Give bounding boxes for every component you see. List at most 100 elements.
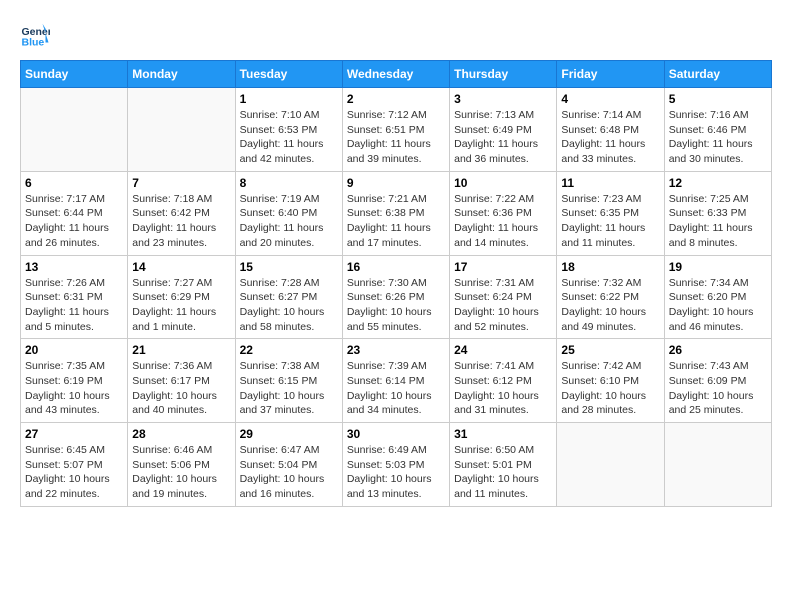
calendar-cell: 27 Sunrise: 6:45 AMSunset: 5:07 PMDayligh… [21, 423, 128, 507]
day-info: Sunrise: 7:18 AMSunset: 6:42 PMDaylight:… [132, 192, 230, 251]
calendar-cell: 15 Sunrise: 7:28 AMSunset: 6:27 PMDayligh… [235, 255, 342, 339]
calendar-cell: 23 Sunrise: 7:39 AMSunset: 6:14 PMDayligh… [342, 339, 449, 423]
day-info: Sunrise: 7:30 AMSunset: 6:26 PMDaylight:… [347, 276, 445, 335]
day-info: Sunrise: 7:31 AMSunset: 6:24 PMDaylight:… [454, 276, 552, 335]
calendar-cell: 8 Sunrise: 7:19 AMSunset: 6:40 PMDaylight… [235, 171, 342, 255]
calendar-week-row: 13Sunrise: 7:26 AMSunset: 6:31 PMDayligh… [21, 255, 772, 339]
day-info: Sunrise: 7:28 AMSunset: 6:27 PMDaylight:… [240, 276, 338, 335]
calendar-cell: 28 Sunrise: 6:46 AMSunset: 5:06 PMDayligh… [128, 423, 235, 507]
weekday-header-monday: Monday [128, 61, 235, 88]
day-info: Sunrise: 7:16 AMSunset: 6:46 PMDaylight:… [669, 108, 767, 167]
day-info: Sunrise: 7:41 AMSunset: 6:12 PMDaylight:… [454, 359, 552, 418]
day-number: 27 [25, 427, 123, 441]
day-info: Sunrise: 7:22 AMSunset: 6:36 PMDaylight:… [454, 192, 552, 251]
calendar-cell: 19Sunrise: 7:34 AMSunset: 6:20 PMDayligh… [664, 255, 771, 339]
day-number: 21 [132, 343, 230, 357]
day-number: 8 [240, 176, 338, 190]
day-number: 10 [454, 176, 552, 190]
calendar-cell: 6Sunrise: 7:17 AMSunset: 6:44 PMDaylight… [21, 171, 128, 255]
day-info: Sunrise: 6:49 AMSunset: 5:03 PMDaylight:… [347, 443, 445, 502]
weekday-header-wednesday: Wednesday [342, 61, 449, 88]
day-number: 17 [454, 260, 552, 274]
calendar-cell: 3Sunrise: 7:13 AMSunset: 6:49 PMDaylight… [450, 88, 557, 172]
calendar-cell: 7 Sunrise: 7:18 AMSunset: 6:42 PMDaylight… [128, 171, 235, 255]
day-number: 11 [561, 176, 659, 190]
day-info: Sunrise: 7:35 AMSunset: 6:19 PMDaylight:… [25, 359, 123, 418]
day-number: 6 [25, 176, 123, 190]
calendar-cell [128, 88, 235, 172]
calendar-cell: 12 Sunrise: 7:25 AMSunset: 6:33 PMDayligh… [664, 171, 771, 255]
day-info: Sunrise: 7:21 AMSunset: 6:38 PMDaylight:… [347, 192, 445, 251]
day-info: Sunrise: 6:45 AMSunset: 5:07 PMDaylight:… [25, 443, 123, 502]
day-info: Sunrise: 7:42 AMSunset: 6:10 PMDaylight:… [561, 359, 659, 418]
calendar-cell: 20 Sunrise: 7:35 AMSunset: 6:19 PMDayligh… [21, 339, 128, 423]
calendar-cell [664, 423, 771, 507]
day-info: Sunrise: 7:19 AMSunset: 6:40 PMDaylight:… [240, 192, 338, 251]
day-info: Sunrise: 7:36 AMSunset: 6:17 PMDaylight:… [132, 359, 230, 418]
day-info: Sunrise: 7:10 AMSunset: 6:53 PMDaylight:… [240, 108, 338, 167]
weekday-header-thursday: Thursday [450, 61, 557, 88]
weekday-header-friday: Friday [557, 61, 664, 88]
weekday-header-tuesday: Tuesday [235, 61, 342, 88]
calendar-cell [21, 88, 128, 172]
calendar-cell: 24Sunrise: 7:41 AMSunset: 6:12 PMDayligh… [450, 339, 557, 423]
day-number: 28 [132, 427, 230, 441]
day-info: Sunrise: 6:46 AMSunset: 5:06 PMDaylight:… [132, 443, 230, 502]
calendar-week-row: 20 Sunrise: 7:35 AMSunset: 6:19 PMDayligh… [21, 339, 772, 423]
day-number: 22 [240, 343, 338, 357]
calendar-cell: 4Sunrise: 7:14 AMSunset: 6:48 PMDaylight… [557, 88, 664, 172]
logo: General Blue [20, 20, 54, 50]
day-number: 26 [669, 343, 767, 357]
day-number: 2 [347, 92, 445, 106]
svg-text:Blue: Blue [22, 37, 45, 49]
calendar-week-row: 27 Sunrise: 6:45 AMSunset: 5:07 PMDayligh… [21, 423, 772, 507]
day-info: Sunrise: 7:27 AMSunset: 6:29 PMDaylight:… [132, 276, 230, 335]
calendar-cell: 5 Sunrise: 7:16 AMSunset: 6:46 PMDaylight… [664, 88, 771, 172]
calendar-cell: 9Sunrise: 7:21 AMSunset: 6:38 PMDaylight… [342, 171, 449, 255]
calendar-cell [557, 423, 664, 507]
calendar-cell: 30 Sunrise: 6:49 AMSunset: 5:03 PMDayligh… [342, 423, 449, 507]
day-number: 23 [347, 343, 445, 357]
calendar-cell: 26 Sunrise: 7:43 AMSunset: 6:09 PMDayligh… [664, 339, 771, 423]
day-info: Sunrise: 7:43 AMSunset: 6:09 PMDaylight:… [669, 359, 767, 418]
day-number: 30 [347, 427, 445, 441]
calendar-cell: 1 Sunrise: 7:10 AMSunset: 6:53 PMDaylight… [235, 88, 342, 172]
day-number: 25 [561, 343, 659, 357]
calendar-cell: 31Sunrise: 6:50 AMSunset: 5:01 PMDayligh… [450, 423, 557, 507]
day-number: 18 [561, 260, 659, 274]
day-info: Sunrise: 7:23 AMSunset: 6:35 PMDaylight:… [561, 192, 659, 251]
day-number: 19 [669, 260, 767, 274]
day-number: 3 [454, 92, 552, 106]
day-number: 14 [132, 260, 230, 274]
day-number: 1 [240, 92, 338, 106]
day-number: 7 [132, 176, 230, 190]
calendar-cell: 21 Sunrise: 7:36 AMSunset: 6:17 PMDayligh… [128, 339, 235, 423]
page-header: General Blue [20, 20, 772, 50]
calendar-cell: 2 Sunrise: 7:12 AMSunset: 6:51 PMDaylight… [342, 88, 449, 172]
day-number: 5 [669, 92, 767, 106]
day-info: Sunrise: 6:50 AMSunset: 5:01 PMDaylight:… [454, 443, 552, 502]
day-info: Sunrise: 6:47 AMSunset: 5:04 PMDaylight:… [240, 443, 338, 502]
day-number: 16 [347, 260, 445, 274]
calendar-cell: 29Sunrise: 6:47 AMSunset: 5:04 PMDayligh… [235, 423, 342, 507]
day-info: Sunrise: 7:14 AMSunset: 6:48 PMDaylight:… [561, 108, 659, 167]
calendar-week-row: 6Sunrise: 7:17 AMSunset: 6:44 PMDaylight… [21, 171, 772, 255]
day-number: 20 [25, 343, 123, 357]
day-info: Sunrise: 7:25 AMSunset: 6:33 PMDaylight:… [669, 192, 767, 251]
day-number: 12 [669, 176, 767, 190]
calendar-cell: 16 Sunrise: 7:30 AMSunset: 6:26 PMDayligh… [342, 255, 449, 339]
logo-icon: General Blue [20, 20, 50, 50]
day-info: Sunrise: 7:12 AMSunset: 6:51 PMDaylight:… [347, 108, 445, 167]
day-number: 13 [25, 260, 123, 274]
calendar-week-row: 1 Sunrise: 7:10 AMSunset: 6:53 PMDaylight… [21, 88, 772, 172]
weekday-header-saturday: Saturday [664, 61, 771, 88]
calendar-cell: 25 Sunrise: 7:42 AMSunset: 6:10 PMDayligh… [557, 339, 664, 423]
calendar-cell: 14 Sunrise: 7:27 AMSunset: 6:29 PMDayligh… [128, 255, 235, 339]
calendar-cell: 17 Sunrise: 7:31 AMSunset: 6:24 PMDayligh… [450, 255, 557, 339]
day-info: Sunrise: 7:39 AMSunset: 6:14 PMDaylight:… [347, 359, 445, 418]
calendar-table: SundayMondayTuesdayWednesdayThursdayFrid… [20, 60, 772, 507]
calendar-cell: 22Sunrise: 7:38 AMSunset: 6:15 PMDayligh… [235, 339, 342, 423]
calendar-cell: 11 Sunrise: 7:23 AMSunset: 6:35 PMDayligh… [557, 171, 664, 255]
calendar-cell: 10 Sunrise: 7:22 AMSunset: 6:36 PMDayligh… [450, 171, 557, 255]
day-number: 15 [240, 260, 338, 274]
